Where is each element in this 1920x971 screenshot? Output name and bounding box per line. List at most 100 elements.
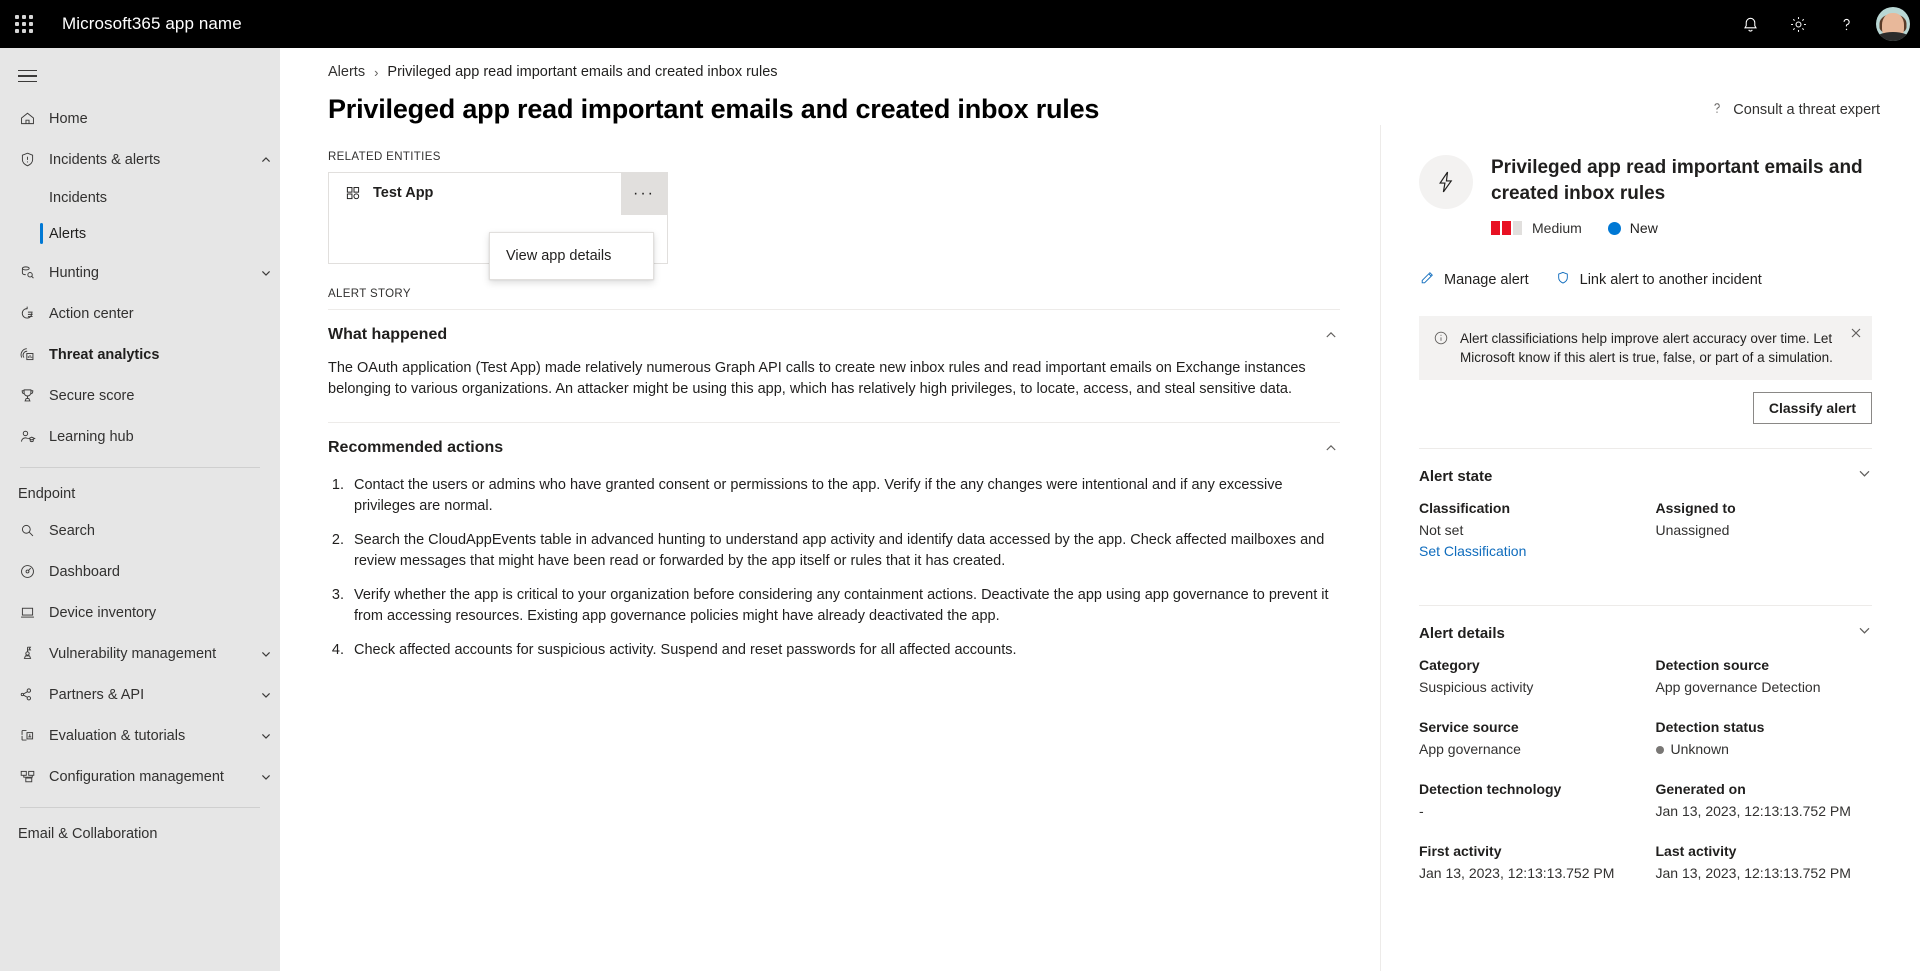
field-key: Category: [1419, 657, 1480, 673]
chevron-right-icon: ›: [374, 64, 379, 80]
field-assigned-to: Assigned to Unassigned: [1656, 500, 1873, 559]
alert-story-caption: ALERT STORY: [328, 288, 411, 300]
chevron-up-icon[interactable]: [1324, 328, 1338, 342]
alert-details-section: Alert details Category Suspicious activi…: [1419, 605, 1872, 903]
content-split: RELATED ENTITIES Test App ··· View app d…: [280, 125, 1920, 971]
sidebar-item-vulnerability-management[interactable]: Vulnerability management: [0, 633, 280, 674]
menu-item-view-app-details[interactable]: View app details: [490, 238, 653, 274]
sidebar-subitem-label: Alerts: [49, 226, 87, 242]
alert-details-header[interactable]: Alert details: [1419, 606, 1872, 657]
field-value: Jan 13, 2023, 12:13:13.752 PM: [1419, 865, 1615, 881]
sidebar-item-partners-api[interactable]: Partners & API: [0, 674, 280, 715]
field-first-activity: First activity Jan 13, 2023, 12:13:13.75…: [1419, 843, 1636, 881]
sidebar-item-device-inventory[interactable]: Device inventory: [0, 592, 280, 633]
sidebar-section-email-collaboration: Email & Collaboration: [18, 826, 158, 842]
field-key: Detection technology: [1419, 781, 1562, 797]
severity-bars-icon: [1491, 221, 1522, 235]
entity-more-options-icon[interactable]: ···: [621, 173, 667, 215]
close-icon[interactable]: [1850, 327, 1862, 339]
sidebar-item-label: Learning hub: [49, 428, 134, 445]
classify-alert-button[interactable]: Classify alert: [1752, 392, 1872, 424]
learning-hub-icon: [12, 428, 42, 445]
sidebar-subitem-label: Incidents: [49, 190, 108, 206]
field-last-activity: Last activity Jan 13, 2023, 12:13:13.752…: [1656, 843, 1873, 881]
sidebar-item-secure-score[interactable]: Secure score: [0, 375, 280, 416]
detail-badges: Medium New: [1491, 220, 1872, 236]
set-classification-link[interactable]: Set Classification: [1419, 543, 1636, 559]
sidebar-item-evaluation-tutorials[interactable]: Evaluation & tutorials: [0, 715, 280, 756]
chevron-up-icon[interactable]: [260, 154, 272, 166]
breadcrumb-current: Privileged app read important emails and…: [387, 64, 778, 80]
field-key: Detection source: [1655, 657, 1770, 673]
field-value: Suspicious activity: [1419, 679, 1534, 695]
severity-badge: Medium: [1491, 220, 1582, 236]
hamburger-menu-icon[interactable]: [0, 54, 280, 98]
alert-state-header[interactable]: Alert state: [1419, 449, 1872, 500]
chevron-up-icon[interactable]: [1324, 441, 1338, 455]
chevron-down-icon[interactable]: [260, 771, 272, 783]
link-alert-button[interactable]: Link alert to another incident: [1555, 270, 1762, 290]
app-brand-title[interactable]: Microsoft365 app name: [62, 14, 242, 34]
what-happened-header[interactable]: What happened: [328, 310, 1340, 358]
field-key: Generated on: [1655, 781, 1746, 797]
help-question-icon: [1709, 100, 1725, 120]
alert-state-title: Alert state: [1419, 467, 1493, 485]
alert-body-column: RELATED ENTITIES Test App ··· View app d…: [280, 125, 1380, 971]
sidebar-item-label: Threat analytics: [49, 346, 160, 363]
help-question-icon[interactable]: [1822, 0, 1870, 48]
sidebar-section-endpoint: Endpoint: [18, 486, 76, 502]
alert-details-title: Alert details: [1419, 624, 1505, 642]
sidebar-item-dashboard[interactable]: Dashboard: [0, 551, 280, 592]
field-value: Jan 13, 2023, 12:13:13.752 PM: [1655, 865, 1851, 881]
classify-alert-row: Classify alert: [1419, 392, 1872, 424]
app-launcher-icon[interactable]: [0, 0, 48, 48]
alert-state-fields: Classification Not set Set Classificatio…: [1419, 500, 1872, 581]
field-value: App governance: [1419, 741, 1521, 757]
sidebar-item-action-center[interactable]: Action center: [0, 293, 280, 334]
entity-name: Test App: [373, 185, 434, 201]
alert-state-section: Alert state Classification Not set Set C…: [1419, 448, 1872, 581]
sidebar-item-learning-hub[interactable]: Learning hub: [0, 416, 280, 457]
sidebar-item-home[interactable]: Home: [0, 98, 280, 139]
sidebar-item-label: Hunting: [49, 264, 99, 281]
breadcrumb-root-link[interactable]: Alerts: [328, 64, 365, 80]
chevron-down-icon[interactable]: [260, 730, 272, 742]
chevron-down-icon[interactable]: [260, 267, 272, 279]
what-happened-title: What happened: [328, 326, 448, 343]
sidebar-item-hunting[interactable]: Hunting: [0, 252, 280, 293]
field-detection-status: Detection status Unknown: [1655, 719, 1873, 757]
avatar[interactable]: [1876, 7, 1910, 41]
sidebar-item-label: Dashboard: [49, 563, 120, 580]
list-item: Search the CloudAppEvents table in advan…: [348, 530, 1338, 572]
chevron-down-icon[interactable]: [260, 689, 272, 701]
sidebar-item-incidents-alerts[interactable]: Incidents & alerts: [0, 139, 280, 180]
sidebar-item-configuration-management[interactable]: Configuration management: [0, 756, 280, 797]
alert-details-fields: Category Suspicious activity Detection s…: [1419, 657, 1872, 903]
gear-icon[interactable]: [1774, 0, 1822, 48]
recommended-actions-body: Contact the users or admins who have gra…: [328, 475, 1340, 696]
lightning-bolt-icon: [1419, 155, 1473, 209]
app-entity-icon: [345, 185, 362, 202]
notification-bell-icon[interactable]: [1726, 0, 1774, 48]
recommended-actions-header[interactable]: Recommended actions: [328, 423, 1340, 471]
list-item: Check affected accounts for suspicious a…: [348, 640, 1338, 661]
chevron-down-icon[interactable]: [1857, 466, 1872, 486]
what-happened-text: The OAuth application (Test App) made re…: [328, 360, 1306, 397]
sidebar-item-search[interactable]: Search: [0, 510, 280, 551]
sidebar-item-alerts[interactable]: Alerts: [0, 216, 280, 252]
sidebar-item-label: Vulnerability management: [49, 645, 217, 662]
sidebar-item-label: Secure score: [49, 387, 135, 404]
detail-header: Privileged app read important emails and…: [1419, 155, 1872, 236]
manage-alert-button[interactable]: Manage alert: [1419, 270, 1529, 290]
trophy-icon: [12, 387, 42, 404]
sidebar-item-incidents[interactable]: Incidents: [0, 180, 280, 216]
chevron-down-icon[interactable]: [1857, 623, 1872, 643]
sidebar-divider: [20, 467, 260, 468]
consult-threat-expert-button[interactable]: Consult a threat expert: [1709, 100, 1880, 120]
list-item: Verify whether the app is critical to yo…: [348, 585, 1338, 627]
field-key: Last activity: [1655, 843, 1737, 859]
shield-alert-icon: [12, 151, 42, 168]
field-key: Detection status: [1655, 719, 1765, 735]
sidebar-item-threat-analytics[interactable]: Threat analytics: [0, 334, 280, 375]
chevron-down-icon[interactable]: [260, 648, 272, 660]
